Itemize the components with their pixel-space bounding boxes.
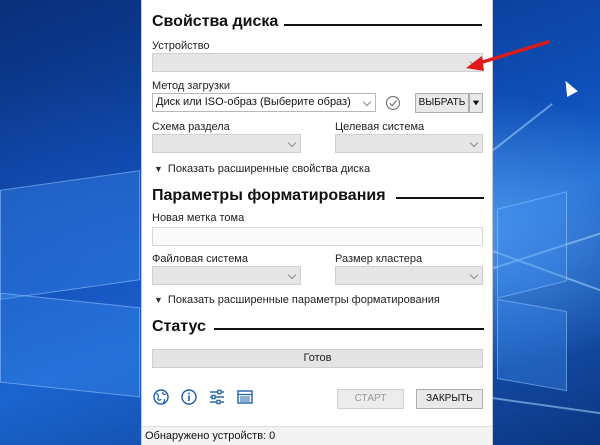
select-image-button[interactable]: ВЫБРАТЬ (415, 93, 469, 113)
format-options-heading: Параметры форматирования (152, 187, 386, 204)
volume-label-input[interactable] (152, 227, 483, 246)
chevron-down-icon (469, 138, 479, 148)
cluster-size-dropdown[interactable] (335, 266, 483, 285)
target-system-label: Целевая система (335, 121, 425, 133)
heading-divider (284, 24, 482, 26)
show-advanced-disk-toggle[interactable]: ▼ Показать расширенные свойства диска (154, 163, 370, 175)
heading-divider (396, 197, 484, 199)
chevron-down-icon (287, 138, 297, 148)
device-label: Устройство (152, 40, 210, 52)
log-table-icon[interactable] (236, 388, 254, 406)
chevron-down-icon: ▼ (154, 295, 163, 305)
status-progress-bar: Готов (152, 349, 483, 368)
device-dropdown[interactable] (152, 53, 483, 72)
select-split-button[interactable] (469, 93, 483, 113)
chevron-down-icon (469, 270, 479, 280)
cluster-size-label: Размер кластера (335, 253, 423, 265)
chevron-down-icon: ▼ (154, 164, 163, 174)
check-circle-icon[interactable] (385, 95, 401, 111)
show-advanced-disk-label: Показать расширенные свойства диска (167, 163, 371, 175)
start-button[interactable]: СТАРТ (337, 389, 404, 409)
heading-divider (214, 328, 484, 330)
chevron-down-icon (287, 270, 297, 280)
disk-properties-heading: Свойства диска (152, 13, 279, 30)
boot-method-value: Диск или ISO-образ (Выберите образ) (156, 96, 351, 108)
rufus-window: Свойства диска Устройство Метод загрузки… (141, 0, 493, 445)
status-bar: Обнаружено устройств: 0 (142, 426, 492, 445)
file-system-label: Файловая система (152, 253, 248, 265)
boot-method-dropdown[interactable]: Диск или ISO-образ (Выберите образ) (152, 93, 376, 112)
boot-method-label: Метод загрузки (152, 80, 230, 92)
show-advanced-format-toggle[interactable]: ▼ Показать расширенные параметры форматир… (154, 294, 440, 306)
info-icon[interactable] (180, 388, 198, 406)
volume-label-label: Новая метка тома (152, 212, 245, 224)
devices-found-text: Обнаружено устройств: 0 (145, 430, 276, 442)
partition-scheme-dropdown[interactable] (152, 134, 301, 153)
partition-scheme-label: Схема раздела (152, 121, 230, 133)
status-heading: Статус (152, 318, 206, 335)
close-button[interactable]: ЗАКРЫТЬ (416, 389, 483, 409)
globe-icon[interactable] (152, 388, 170, 406)
show-advanced-format-label: Показать расширенные параметры форматиро… (167, 294, 440, 306)
chevron-down-icon (469, 57, 479, 67)
caret-down-icon (472, 100, 480, 106)
settings-sliders-icon[interactable] (208, 388, 226, 406)
target-system-dropdown[interactable] (335, 134, 483, 153)
file-system-dropdown[interactable] (152, 266, 301, 285)
chevron-down-icon (362, 97, 372, 107)
